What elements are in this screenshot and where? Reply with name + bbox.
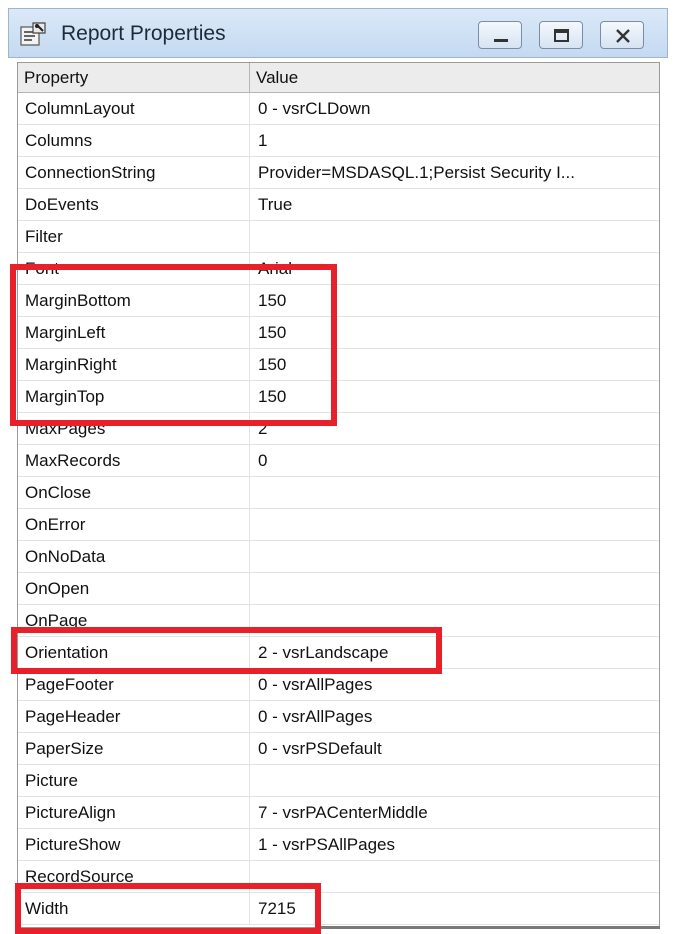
property-value[interactable]: 150 xyxy=(250,285,659,316)
property-name: MarginLeft xyxy=(18,317,250,348)
property-row[interactable]: DoEvents True xyxy=(18,189,659,221)
property-row[interactable]: Width 7215 xyxy=(18,893,659,925)
property-name: PageFooter xyxy=(18,669,250,700)
property-value[interactable] xyxy=(250,477,659,508)
grid-header: Property Value xyxy=(18,63,659,93)
property-name: MarginTop xyxy=(18,381,250,412)
property-value[interactable]: 1 xyxy=(250,125,659,156)
property-row[interactable]: Picture xyxy=(18,765,659,797)
properties-icon xyxy=(19,21,47,47)
property-name: Font xyxy=(18,253,250,284)
property-value[interactable] xyxy=(250,509,659,540)
property-name: DoEvents xyxy=(18,189,250,220)
property-row[interactable]: PaperSize 0 - vsrPSDefault xyxy=(18,733,659,765)
property-row[interactable]: Font Arial xyxy=(18,253,659,285)
property-row[interactable]: OnError xyxy=(18,509,659,541)
property-row[interactable]: OnClose xyxy=(18,477,659,509)
property-column-header[interactable]: Property xyxy=(18,63,250,92)
window-title: Report Properties xyxy=(61,22,226,45)
property-row[interactable]: Columns 1 xyxy=(18,125,659,157)
property-row[interactable]: ConnectionString Provider=MSDASQL.1;Persi… xyxy=(18,157,659,189)
title-bar[interactable]: Report Properties xyxy=(8,8,668,58)
property-value[interactable]: 150 xyxy=(250,381,659,412)
property-name: OnNoData xyxy=(18,541,250,572)
property-name: MaxPages xyxy=(18,413,250,444)
property-name: OnPage xyxy=(18,605,250,636)
property-name: Orientation xyxy=(18,637,250,668)
property-value[interactable] xyxy=(250,221,659,252)
minimize-button[interactable] xyxy=(478,21,522,49)
property-row[interactable]: PageFooter 0 - vsrAllPages xyxy=(18,669,659,701)
property-value[interactable] xyxy=(250,765,659,796)
property-value[interactable]: Arial xyxy=(250,253,659,284)
property-name: Filter xyxy=(18,221,250,252)
property-value[interactable]: 7 - vsrPACenterMiddle xyxy=(250,797,659,828)
property-value[interactable]: 0 xyxy=(250,445,659,476)
property-value[interactable]: 7215 xyxy=(250,893,659,924)
property-row[interactable]: Orientation 2 - vsrLandscape xyxy=(18,637,659,669)
property-value[interactable] xyxy=(250,573,659,604)
property-row[interactable]: PictureAlign 7 - vsrPACenterMiddle xyxy=(18,797,659,829)
property-value[interactable]: Provider=MSDASQL.1;Persist Security I... xyxy=(250,157,659,188)
property-name: PictureShow xyxy=(18,829,250,860)
property-row[interactable]: MarginLeft 150 xyxy=(18,317,659,349)
property-name: OnOpen xyxy=(18,573,250,604)
property-rows: ColumnLayout 0 - vsrCLDown Columns 1 Connect… xyxy=(18,93,659,925)
property-value[interactable]: 1 - vsrPSAllPages xyxy=(250,829,659,860)
horizontal-scrollbar[interactable] xyxy=(320,926,660,929)
property-name: PaperSize xyxy=(18,733,250,764)
property-row[interactable]: OnOpen xyxy=(18,573,659,605)
property-value[interactable]: True xyxy=(250,189,659,220)
property-name: Width xyxy=(18,893,250,924)
property-value[interactable]: 150 xyxy=(250,317,659,348)
property-name: RecordSource xyxy=(18,861,250,892)
property-name: Picture xyxy=(18,765,250,796)
property-row[interactable]: OnPage xyxy=(18,605,659,637)
property-value[interactable]: 2 xyxy=(250,413,659,444)
maximize-icon xyxy=(554,29,569,42)
property-name: ConnectionString xyxy=(18,157,250,188)
property-value[interactable]: 0 - vsrPSDefault xyxy=(250,733,659,764)
maximize-button[interactable] xyxy=(539,21,583,49)
property-name: MarginBottom xyxy=(18,285,250,316)
property-row[interactable]: MaxRecords 0 xyxy=(18,445,659,477)
property-name: OnError xyxy=(18,509,250,540)
property-row[interactable]: ColumnLayout 0 - vsrCLDown xyxy=(18,93,659,125)
property-value[interactable]: 0 - vsrCLDown xyxy=(250,93,659,124)
property-name: PictureAlign xyxy=(18,797,250,828)
property-value[interactable]: 2 - vsrLandscape xyxy=(250,637,659,668)
property-grid[interactable]: Property Value ColumnLayout 0 - vsrCLDown… xyxy=(17,62,660,928)
property-row[interactable]: Filter xyxy=(18,221,659,253)
property-name: Columns xyxy=(18,125,250,156)
property-value[interactable] xyxy=(250,861,659,892)
property-row[interactable]: MarginTop 150 xyxy=(18,381,659,413)
property-row[interactable]: MarginBottom 150 xyxy=(18,285,659,317)
property-name: OnClose xyxy=(18,477,250,508)
property-row[interactable]: MaxPages 2 xyxy=(18,413,659,445)
value-column-header[interactable]: Value xyxy=(250,63,659,92)
property-row[interactable]: MarginRight 150 xyxy=(18,349,659,381)
property-value[interactable]: 0 - vsrAllPages xyxy=(250,669,659,700)
property-name: MarginRight xyxy=(18,349,250,380)
property-value[interactable]: 0 - vsrAllPages xyxy=(250,701,659,732)
minimize-icon xyxy=(494,39,508,42)
property-name: MaxRecords xyxy=(18,445,250,476)
property-name: ColumnLayout xyxy=(18,93,250,124)
property-row[interactable]: PageHeader 0 - vsrAllPages xyxy=(18,701,659,733)
property-row[interactable]: OnNoData xyxy=(18,541,659,573)
property-row[interactable]: PictureShow 1 - vsrPSAllPages xyxy=(18,829,659,861)
property-row[interactable]: RecordSource xyxy=(18,861,659,893)
property-name: PageHeader xyxy=(18,701,250,732)
close-icon xyxy=(616,29,630,43)
property-value[interactable] xyxy=(250,541,659,572)
property-value[interactable] xyxy=(250,605,659,636)
close-button[interactable] xyxy=(600,21,644,49)
property-value[interactable]: 150 xyxy=(250,349,659,380)
